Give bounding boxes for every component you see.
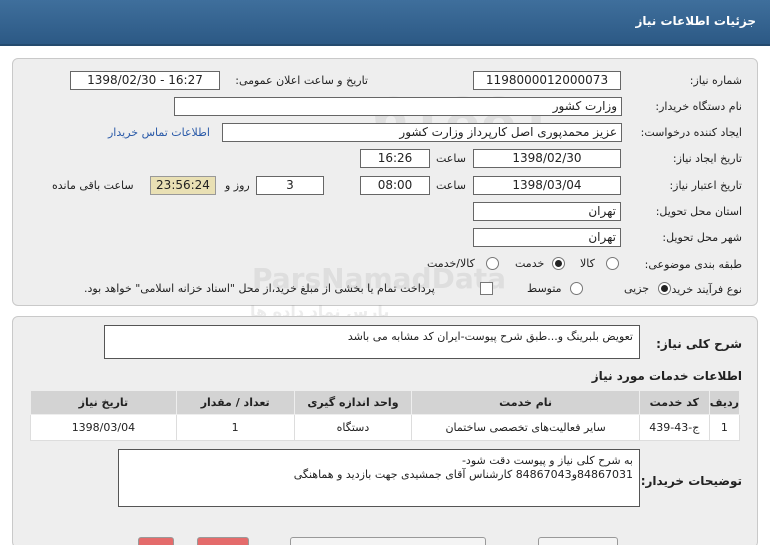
days-field: 3: [256, 176, 324, 195]
contact-buyer-link[interactable]: اطلاعات تماس خریدار: [108, 126, 210, 139]
category-goods-service-label: کالا/خدمت: [427, 257, 475, 270]
page-title: جزئیات اطلاعات نیاز: [635, 14, 756, 28]
services-header-row: ردیف کد خدمت نام خدمت واحد اندازه گیری ت…: [30, 390, 741, 415]
category-service-label: خدمت: [515, 257, 545, 270]
services-table: ردیف کد خدمت نام خدمت واحد اندازه گیری ت…: [30, 390, 741, 441]
buyer-notes-label: توضیحات خریدار:: [640, 474, 742, 488]
created-time-field: 16:26: [360, 149, 430, 168]
validity-date-field: 1398/03/04: [473, 176, 621, 195]
announce-field: 1398/02/30 - 16:27: [70, 71, 220, 90]
created-time-label: ساعت: [436, 152, 466, 165]
process-minor-label: جزیی: [624, 282, 650, 295]
bottom-button-4[interactable]: [538, 537, 618, 545]
need-number-field: 1198000012000073: [473, 71, 621, 90]
process-minor-radio[interactable]: [658, 282, 671, 295]
announce-label: تاریخ و ساعت اعلان عمومی:: [235, 74, 368, 87]
process-label: نوع فرآیند خرید :: [664, 283, 742, 296]
col-qty: تعداد / مقدار: [175, 390, 295, 415]
cell-code: ج-43-439: [638, 414, 710, 441]
bottom-button-3[interactable]: [290, 537, 486, 545]
treasury-payment-note: پرداخت تمام یا بخشی از مبلغ خرید،از محل …: [84, 282, 435, 295]
cell-name: سایر فعالیت‌های تخصصی ساختمان: [411, 414, 640, 441]
col-date: تاریخ نیاز: [30, 390, 177, 415]
remaining-time-field: 23:56:24: [150, 176, 216, 195]
process-medium-radio[interactable]: [570, 282, 583, 295]
cell-date: 1398/03/04: [30, 414, 177, 441]
category-service-radio[interactable]: [552, 257, 565, 270]
cell-qty: 1: [175, 414, 295, 441]
cell-row: 1: [708, 414, 741, 441]
table-row: 1 ج-43-439 سایر فعالیت‌های تخصصی ساختمان…: [30, 414, 741, 441]
province-label: استان محل تحویل:: [655, 205, 742, 218]
treasury-payment-checkbox[interactable]: [480, 282, 493, 295]
category-goods-radio[interactable]: [606, 257, 619, 270]
col-unit: واحد اندازه گیری: [293, 390, 413, 415]
category-goods-service-radio[interactable]: [486, 257, 499, 270]
cell-unit: دستگاه: [293, 414, 413, 441]
summary-box: تعویض بلبرینگ و...طبق شرح پیوست-ایران کد…: [104, 325, 640, 359]
col-row: ردیف: [708, 390, 741, 415]
created-date-label: تاریخ ایجاد نیاز:: [672, 152, 742, 165]
city-label: شهر محل تحویل:: [662, 231, 742, 244]
validity-time-label: ساعت: [436, 179, 466, 192]
province-field: تهران: [473, 202, 621, 221]
buyer-org-field: وزارت کشور: [174, 97, 622, 116]
category-label: طبقه بندی موضوعی:: [644, 258, 742, 271]
validity-time-field: 08:00: [360, 176, 430, 195]
col-name: نام خدمت: [411, 390, 640, 415]
days-label: روز و: [225, 179, 250, 192]
remaining-label: ساعت باقی مانده: [52, 179, 134, 192]
validity-label: تاریخ اعتبار نیاز:: [669, 179, 742, 192]
creator-label: ایجاد کننده درخواست:: [640, 126, 742, 139]
bottom-button-2[interactable]: [197, 537, 249, 545]
city-field: تهران: [473, 228, 621, 247]
col-code: کد خدمت: [638, 390, 710, 415]
page-header: جزئیات اطلاعات نیاز: [0, 0, 770, 46]
buyer-org-label: نام دستگاه خریدار:: [655, 100, 742, 113]
services-title: اطلاعات خدمات مورد نیاز: [591, 369, 742, 383]
buyer-notes-box: به شرح کلی نیاز و پیوست دقت شود- 8486703…: [118, 449, 640, 507]
bottom-button-1[interactable]: [138, 537, 174, 545]
need-number-label: شماره نیاز:: [689, 74, 742, 87]
summary-label: شرح کلی نیاز:: [656, 337, 742, 351]
created-date-field: 1398/02/30: [473, 149, 621, 168]
process-medium-label: متوسط: [527, 282, 562, 295]
creator-field: عزیز محمدپوری اصل کارپرداز وزارت کشور: [222, 123, 622, 142]
category-goods-label: کالا: [580, 257, 595, 270]
